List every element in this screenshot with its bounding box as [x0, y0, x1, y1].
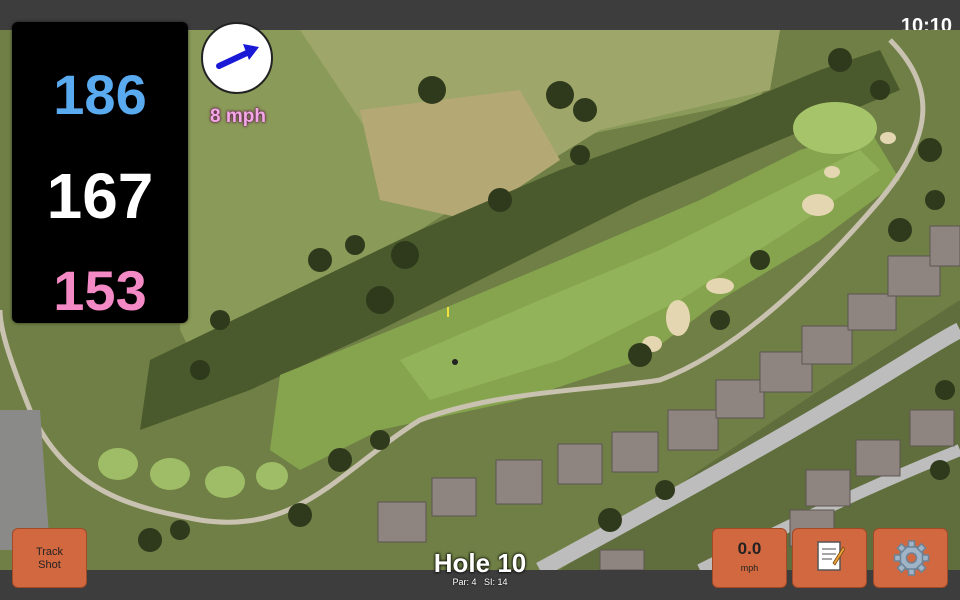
back-yardage: 186 [53, 63, 147, 126]
track-shot-label-line1: Track [35, 546, 64, 558]
wind-direction-indicator [201, 22, 273, 94]
par-label: Par: 4 [452, 577, 477, 587]
stroke-index-label: SI: 14 [484, 577, 508, 587]
golf-gps-screen: 10:10 186 167 153 8 mph Track Shot Hole … [0, 0, 960, 600]
memo-icon [816, 541, 846, 571]
wind-button-value: 0.0 [737, 539, 762, 558]
wind-button-unit: mph [740, 563, 759, 573]
track-shot-label-line2: Shot [38, 559, 61, 571]
yardage-panel: 186 167 153 [12, 22, 188, 323]
center-yardage: 167 [46, 160, 154, 232]
notes-button[interactable] [792, 528, 867, 588]
hole-meta: Par: 4 SI: 14 [380, 577, 580, 587]
hole-title: Hole 10 [433, 548, 527, 578]
gear-icon [893, 540, 930, 576]
wind-speed-label: 8 mph [210, 106, 266, 127]
wind-speed-button[interactable]: 0.0 mph [712, 528, 787, 588]
settings-button[interactable] [873, 528, 948, 588]
arrow-right-icon [216, 44, 259, 69]
front-yardage: 153 [53, 259, 147, 322]
track-shot-button[interactable]: Track Shot [12, 528, 87, 588]
